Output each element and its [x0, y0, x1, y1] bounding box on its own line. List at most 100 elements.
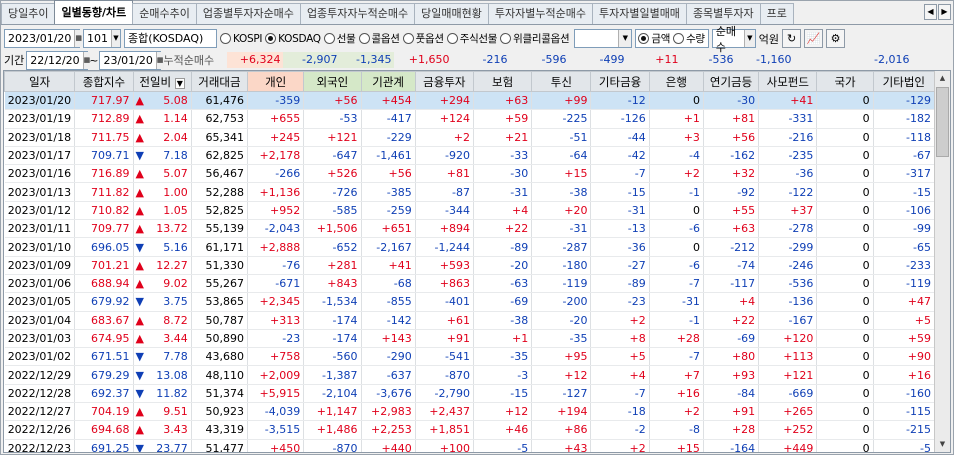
weekly-dropdown[interactable]: ▼: [574, 29, 633, 48]
radio-futures[interactable]: 선물: [323, 31, 356, 46]
tab-sector-investor[interactable]: 업종별투자자순매수: [195, 3, 301, 24]
tab-today-trading[interactable]: 당일매매현황: [414, 3, 489, 24]
col-pension[interactable]: 연기금등: [702, 71, 760, 92]
code-select[interactable]: 101 ▼: [83, 29, 121, 48]
period-from[interactable]: 22/12/20 ▦: [26, 50, 91, 70]
change-value: 5.08: [163, 94, 188, 108]
col-other-financial[interactable]: 기타금융: [590, 71, 650, 92]
cell-bank: -1: [649, 311, 704, 330]
table-row[interactable]: 2022/12/29 679.29 ▼ 13.08 48,110 +2,009 -1,387…: [4, 365, 936, 385]
table-row[interactable]: 2023/01/04 683.67 ▲ 8.72 50,787 +313 -174 -142 +…: [4, 311, 936, 330]
chart-icon[interactable]: 📈: [804, 29, 824, 48]
col-private-fund[interactable]: 사모펀드: [758, 71, 818, 92]
chevron-down-icon[interactable]: ▼: [111, 30, 120, 47]
chevron-right-icon[interactable]: ▶: [938, 4, 951, 20]
table-row[interactable]: 2023/01/02 671.51 ▼ 7.78 43,680 +758 -560 -290-…: [4, 347, 936, 367]
scroll-down-icon[interactable]: ▼: [936, 437, 949, 452]
radio-weekly-call[interactable]: 위클리콜옵션: [500, 31, 570, 46]
cell-private-fund: -235: [758, 146, 818, 166]
cell-other-financial: -2: [590, 420, 650, 440]
vertical-scrollbar[interactable]: ▲ ▼: [934, 71, 950, 452]
cell-change: ▼ 23.77: [133, 439, 192, 452]
radio-amount[interactable]: 금액: [638, 31, 670, 46]
tab-investor-daily[interactable]: 투자자별일별매매: [591, 3, 687, 24]
col-nation[interactable]: 국가: [816, 71, 874, 92]
scroll-up-icon[interactable]: ▲: [936, 71, 949, 86]
col-insurance[interactable]: 보험: [472, 71, 533, 92]
cell-institution: -229: [361, 128, 416, 147]
cell-individual: +2,009: [247, 365, 305, 385]
col-individual[interactable]: 개인: [247, 71, 305, 92]
cell-private-fund: -246: [758, 256, 818, 275]
table-row[interactable]: 2023/01/06 688.94 ▲ 9.02 55,267 -671 +843 -68 +8…: [4, 274, 936, 294]
radio-kosdaq[interactable]: KOSDAQ: [265, 33, 321, 45]
radio-put-option[interactable]: 풋옵션: [402, 31, 444, 46]
cell-individual: -76: [247, 256, 305, 275]
table-row[interactable]: 2023/01/17 709.71 ▼ 7.18 62,825 +2,178 -647 -1,…: [4, 146, 936, 166]
date-picker[interactable]: 2023/01/20 ▦: [4, 29, 83, 48]
tab-net-buy-trend[interactable]: 순매수추이: [132, 3, 197, 24]
refresh-icon[interactable]: ↻: [782, 29, 802, 48]
table-row[interactable]: 2022/12/26 694.68 ▲ 3.43 43,319 -3,515 +1,486 +…: [4, 420, 936, 440]
table-row[interactable]: 2023/01/20 717.97 ▲ 5.08 61,476 -359 +56 +454 +2…: [4, 91, 936, 111]
grid-body: 2023/01/20 717.97 ▲ 5.08 61,476 -359 +56 +454 +2…: [4, 91, 936, 452]
tab-investor-cumulative[interactable]: 투자자별누적순매수: [487, 3, 593, 24]
table-row[interactable]: 2023/01/10 696.05 ▼ 5.16 61,171 +2,888 -652 -2,…: [4, 237, 936, 257]
calendar-icon[interactable]: ▦: [74, 30, 83, 47]
chevron-down-icon[interactable]: ▼: [618, 30, 632, 47]
cell-financial: +91: [415, 329, 474, 349]
cell-value: 56,467: [191, 164, 249, 184]
col-index[interactable]: 종합지수: [74, 71, 134, 92]
table-row[interactable]: 2023/01/05 679.92 ▼ 3.75 53,865 +2,345 -1,534-…: [4, 292, 936, 312]
tab-program[interactable]: 프로: [759, 3, 794, 24]
cell-insurance: +46: [473, 420, 533, 440]
table-row[interactable]: 2023/01/11 709.77 ▲ 13.72 55,139 -2,043 +1,506…: [4, 219, 936, 239]
col-foreign[interactable]: 외국인: [303, 71, 362, 92]
chevron-left-icon[interactable]: ◀: [924, 4, 937, 20]
cell-index: 683.67: [74, 311, 134, 330]
tab-daily-trend[interactable]: 당일추이: [1, 3, 56, 24]
table-row[interactable]: 2022/12/27 704.19 ▲ 9.51 50,923 -4,039 +1,147 +…: [4, 402, 936, 422]
cell-insurance: +1: [473, 329, 533, 349]
col-value[interactable]: 거래대금: [190, 71, 249, 92]
table-row[interactable]: 2022/12/23 691.25 ▼ 23.77 51,477 +450 -870 +440…: [4, 439, 936, 452]
col-date[interactable]: 일자: [4, 71, 76, 92]
cell-pension: -69: [703, 329, 760, 349]
calendar-icon[interactable]: ▦: [155, 51, 164, 69]
settings-icon[interactable]: ⚙: [826, 29, 846, 48]
col-change[interactable]: 전일비 ▼: [132, 71, 192, 92]
col-bank[interactable]: 은행: [648, 71, 704, 92]
table-row[interactable]: 2023/01/19 712.89 ▲ 1.14 62,753 +655 -53 -417 +1…: [4, 109, 936, 129]
radio-stock-futures[interactable]: 주식선물: [446, 31, 497, 46]
radio-kospi[interactable]: KOSPI: [220, 33, 262, 45]
radio-quantity[interactable]: 수량: [673, 31, 705, 46]
cell-date: 2023/01/10: [4, 237, 76, 257]
cell-foreign: +843: [303, 274, 362, 294]
table-row[interactable]: 2022/12/28 692.37 ▼ 11.82 51,374 +5,915 -2,104…: [4, 384, 936, 404]
chevron-down-icon[interactable]: ▼: [743, 30, 755, 47]
order-select[interactable]: 순매수 ▼: [711, 25, 756, 54]
col-institution[interactable]: 기관계: [360, 71, 416, 92]
cell-value: 51,477: [191, 439, 249, 452]
table-row[interactable]: 2023/01/18 711.75 ▲ 2.04 65,341 +245 +121 -229 +…: [4, 128, 936, 147]
arrow-up-icon: ▲: [135, 332, 145, 345]
table-row[interactable]: 2023/01/16 716.89 ▲ 5.07 56,467 -266 +526 +56 +8…: [4, 164, 936, 184]
col-other-corp[interactable]: 기타법인: [872, 71, 936, 92]
tab-sector-cumulative[interactable]: 업종투자자누적순매수: [299, 3, 416, 24]
table-row[interactable]: 2023/01/12 710.82 ▲ 1.05 52,825 +952 -585 -259-…: [4, 201, 936, 221]
table-row[interactable]: 2023/01/03 674.95 ▲ 3.44 50,890 -23 -174 +143 +9…: [4, 329, 936, 349]
col-trust[interactable]: 투신: [531, 71, 592, 92]
sort-down-icon[interactable]: ▼: [174, 77, 185, 89]
table-row[interactable]: 2023/01/13 711.82 ▲ 1.00 52,288 +1,136 -726 -38…: [4, 182, 936, 202]
table-row[interactable]: 2023/01/09 701.21 ▲ 12.27 51,330 -76 +281 +41 +5…: [4, 256, 936, 275]
tab-daily-chart[interactable]: 일별동향/차트: [54, 0, 134, 24]
period-to[interactable]: 23/01/20 ▦: [99, 50, 164, 70]
radio-call-option[interactable]: 콜옵션: [358, 31, 400, 46]
cell-pension: +32: [703, 164, 760, 184]
tab-stock-investor[interactable]: 종목별투자자: [685, 3, 761, 24]
cell-bank: -1: [649, 182, 704, 202]
cell-index: 679.92: [74, 292, 134, 312]
cell-private-fund: +37: [758, 201, 818, 221]
col-financial[interactable]: 금융투자: [414, 71, 474, 92]
scroll-thumb[interactable]: [936, 87, 949, 157]
